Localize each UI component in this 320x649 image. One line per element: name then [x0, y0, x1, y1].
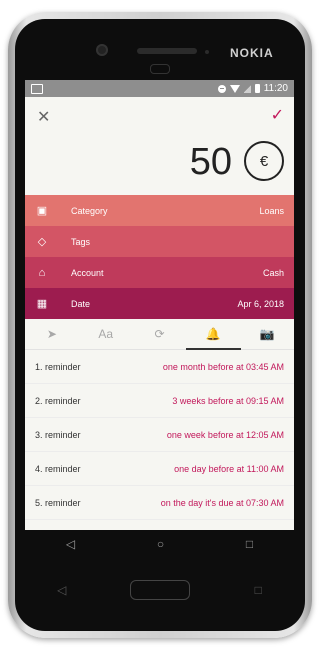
text-icon[interactable]: Aa	[83, 327, 128, 341]
currency-button[interactable]: €	[244, 141, 284, 181]
front-camera	[96, 44, 108, 56]
battery-icon	[254, 84, 260, 93]
tab-bar: ➤ Aa ⟳ 🔔 📷	[25, 319, 294, 350]
reminder-row[interactable]: 2. reminder 3 weeks before at 09:15 AM	[25, 384, 294, 418]
detail-row-date[interactable]: ▦ Date Apr 6, 2018	[25, 288, 294, 319]
proximity-sensor	[205, 50, 209, 54]
android-nav-bar: ◁ ○ □	[25, 530, 294, 558]
hardware-keys: ◁ □	[25, 572, 294, 608]
tag-icon: ◇	[37, 236, 47, 248]
status-time: 11:20	[263, 83, 288, 94]
detail-row-value: Loans	[259, 205, 284, 216]
detail-row-label: Category	[71, 205, 108, 216]
reminder-label: 3. reminder	[35, 429, 81, 440]
microphone	[150, 64, 170, 74]
detail-row-value: Cash	[262, 267, 284, 278]
home-icon[interactable]: ○	[157, 537, 164, 551]
reminder-row[interactable]: 1. reminder one month before at 03:45 AM	[25, 350, 294, 384]
close-icon[interactable]: ✕	[37, 107, 50, 127]
detail-row-label: Date	[71, 298, 91, 309]
reminder-value: one day before at 11:00 AM	[174, 463, 284, 474]
reminder-label: 5. reminder	[35, 497, 81, 508]
reminder-value: one month before at 03:45 AM	[162, 361, 284, 372]
hardware-home-button[interactable]	[130, 580, 191, 600]
details-list: ▣ Category Loans ◇ Tags ⌂ Account Cash ▦ Date Apr …	[25, 195, 294, 319]
recurring-icon[interactable]: ⟳	[137, 327, 182, 341]
reminder-row[interactable]: 3. reminder one week before at 12:05 AM	[25, 418, 294, 452]
amount-row: 50 €	[25, 135, 294, 195]
top-bar: ✕ ✓	[25, 97, 294, 135]
bank-icon: ⌂	[38, 266, 46, 279]
do-not-disturb-icon	[217, 84, 226, 93]
bell-icon[interactable]: 🔔	[185, 327, 241, 350]
check-icon[interactable]: ✓	[271, 105, 284, 125]
reminder-label: 2. reminder	[35, 395, 81, 406]
detail-row-category[interactable]: ▣ Category Loans	[25, 195, 294, 226]
reminder-value: one week before at 12:05 AM	[166, 429, 284, 440]
reminder-list: 1. reminder one month before at 03:45 AM 2…	[25, 350, 294, 520]
status-bar: 11:20	[25, 80, 294, 97]
location-icon[interactable]: ➤	[29, 327, 74, 341]
recents-icon[interactable]: □	[246, 537, 253, 551]
amount-value[interactable]: 50	[190, 141, 232, 184]
hardware-back-icon[interactable]: ◁	[57, 583, 66, 597]
detail-row-account[interactable]: ⌂ Account Cash	[25, 257, 294, 288]
reminder-value: on the day it's due at 07:30 AM	[160, 497, 284, 508]
app-screen: 11:20 ✕ ✓ 50 € ▣ Category Loans ◇ Tags ⌂ Accou…	[25, 80, 294, 530]
category-icon: ▣	[36, 205, 48, 217]
detail-row-tags[interactable]: ◇ Tags	[25, 226, 294, 257]
detail-row-label: Tags	[71, 236, 91, 247]
earpiece-speaker	[137, 48, 197, 54]
reminder-label: 1. reminder	[35, 361, 81, 372]
hardware-recents-icon[interactable]: □	[255, 583, 262, 597]
brand-logo: NOKIA	[230, 46, 274, 60]
back-icon[interactable]: ◁	[66, 537, 75, 551]
reminder-row[interactable]: 4. reminder one day before at 11:00 AM	[25, 452, 294, 486]
calendar-icon: ▦	[36, 298, 48, 310]
image-notification-icon	[31, 83, 43, 94]
detail-row-value: Apr 6, 2018	[237, 298, 284, 309]
reminder-row[interactable]: 5. reminder on the day it's due at 07:30 …	[25, 486, 294, 520]
detail-row-label: Account	[71, 267, 104, 278]
reminder-value: 3 weeks before at 09:15 AM	[172, 395, 284, 406]
wifi-icon	[229, 84, 240, 93]
camera-icon[interactable]: 📷	[245, 327, 290, 341]
signal-icon	[243, 84, 251, 93]
reminder-label: 4. reminder	[35, 463, 81, 474]
